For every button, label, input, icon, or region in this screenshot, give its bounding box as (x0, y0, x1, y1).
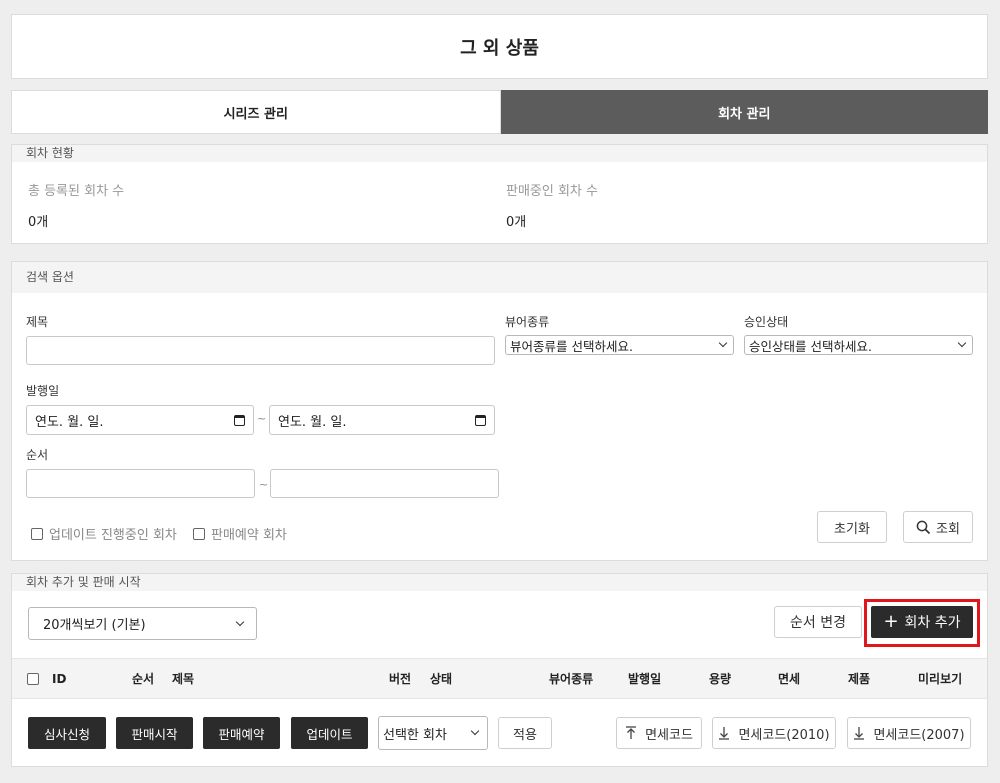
order-to-input[interactable] (270, 469, 499, 498)
tax-code-2007-label: 면세코드(2007) (873, 727, 965, 743)
total-episodes-value: 0개 (28, 215, 49, 230)
approval-status-select[interactable]: 승인상태를 선택하세요. (744, 335, 973, 355)
calendar-icon[interactable] (475, 414, 486, 426)
chevron-down-icon (718, 338, 728, 348)
search-button[interactable]: 조회 (903, 511, 973, 543)
apply-button[interactable]: 적용 (498, 717, 552, 749)
add-episode-label: 회차 추가 (904, 615, 961, 631)
select-all-checkbox[interactable] (27, 673, 39, 685)
update-button[interactable]: 업데이트 (291, 717, 368, 749)
checkbox[interactable] (31, 527, 43, 540)
review-request-label: 심사신청 (43, 726, 90, 742)
order-label: 순서 (26, 448, 49, 462)
page-size-selected: 20개씩보기 (기본) (43, 618, 146, 633)
col-title: 제목 (172, 672, 195, 686)
tax-code-2010-label: 면세코드(2010) (738, 727, 830, 743)
col-size: 용량 (709, 672, 732, 686)
order-range-tilde: ~ (259, 478, 269, 491)
reserved-sale-label: 판매예약 회차 (211, 528, 287, 543)
tax-code-label: 면세코드 (645, 727, 693, 743)
col-viewer-type: 뷰어종류 (549, 672, 594, 686)
approval-status-label: 승인상태 (744, 315, 789, 329)
title-field-label: 제목 (26, 315, 49, 329)
status-header: 회차 현황 (12, 145, 987, 162)
page-title-card: 그 외 상품 (11, 14, 988, 79)
reset-button-label: 초기화 (834, 521, 870, 537)
selling-episodes-value: 0개 (506, 215, 527, 230)
chevron-down-icon (235, 617, 245, 626)
plus-icon: + (883, 611, 899, 632)
episode-status-panel: 회차 현황 총 등록된 회차 수 0개 판매중인 회차 수 0개 (11, 144, 988, 244)
updating-episodes-checkbox[interactable]: 업데이트 진행중인 회차 (31, 524, 177, 543)
col-status: 상태 (430, 672, 453, 686)
publish-date-from[interactable]: 연도. 월. 일. (26, 405, 254, 435)
tax-code-2010-download-button[interactable]: 면세코드(2010) (712, 717, 836, 749)
search-options-panel: 검색 옵션 제목 뷰어종류 뷰어종류를 선택하세요. 승인상태 승인상태를 선택… (11, 261, 988, 561)
search-button-label: 조회 (936, 521, 960, 537)
publish-date-label: 발행일 (26, 384, 60, 398)
episode-list-panel: 회차 추가 및 판매 시작 20개씩보기 (기본) 순서 변경 + 회차 추가 … (11, 573, 988, 767)
date-to-placeholder: 연도. 월. 일. (278, 414, 347, 430)
episode-table-header: ID 순서 제목 버전 상태 뷰어종류 발행일 용량 면세 제품 미리보기 (12, 658, 987, 699)
apply-label: 적용 (513, 727, 537, 743)
add-episode-button[interactable]: + 회차 추가 (871, 606, 973, 638)
start-sale-label: 판매시작 (131, 726, 178, 742)
col-product: 제품 (848, 672, 871, 686)
reset-button[interactable]: 초기화 (817, 511, 887, 543)
title-input[interactable] (26, 336, 495, 365)
calendar-icon[interactable] (234, 414, 245, 426)
col-publish-date: 발행일 (628, 672, 662, 686)
tab-bar: 시리즈 관리 회차 관리 (11, 90, 988, 134)
col-order: 순서 (132, 672, 155, 686)
tax-code-upload-button[interactable]: 면세코드 (616, 717, 702, 749)
download-icon (719, 727, 730, 740)
col-id: ID (52, 672, 67, 686)
order-from-input[interactable] (26, 469, 255, 498)
start-sale-button[interactable]: 판매시작 (116, 717, 193, 749)
col-tax-free: 면세 (778, 672, 801, 686)
search-icon (916, 520, 931, 534)
publish-date-to[interactable]: 연도. 월. 일. (269, 405, 495, 435)
search-header: 검색 옵션 (12, 262, 987, 293)
episode-list-header: 회차 추가 및 판매 시작 (12, 574, 987, 591)
reserve-sale-button[interactable]: 판매예약 (203, 717, 280, 749)
update-label: 업데이트 (306, 726, 353, 742)
selling-episodes-label: 판매중인 회차 수 (506, 184, 598, 199)
tab-series-management[interactable]: 시리즈 관리 (11, 90, 501, 134)
reserve-sale-label: 판매예약 (218, 726, 265, 742)
chevron-down-icon (470, 726, 480, 736)
tab-episode-management[interactable]: 회차 관리 (500, 90, 988, 134)
total-episodes-label: 총 등록된 회차 수 (28, 184, 125, 199)
col-preview: 미리보기 (918, 672, 963, 686)
viewer-type-select[interactable]: 뷰어종류를 선택하세요. (505, 335, 734, 355)
updating-episodes-label: 업데이트 진행중인 회차 (49, 528, 177, 543)
approval-status-selected: 승인상태를 선택하세요. (749, 338, 872, 354)
page-size-select[interactable]: 20개씩보기 (기본) (28, 607, 257, 640)
checkbox[interactable] (193, 527, 205, 540)
date-range-tilde: ~ (257, 412, 267, 425)
download-icon (854, 727, 865, 740)
tax-code-2007-download-button[interactable]: 면세코드(2007) (847, 717, 971, 749)
reorder-button[interactable]: 순서 변경 (774, 606, 862, 638)
chevron-down-icon (957, 338, 967, 348)
reserved-sale-checkbox[interactable]: 판매예약 회차 (193, 524, 287, 543)
reorder-button-label: 순서 변경 (790, 615, 846, 631)
viewer-type-label: 뷰어종류 (505, 315, 550, 329)
bulk-target-selected: 선택한 회차 (383, 727, 447, 743)
upload-icon (626, 726, 637, 739)
date-from-placeholder: 연도. 월. 일. (35, 414, 104, 430)
viewer-type-selected: 뷰어종류를 선택하세요. (510, 338, 633, 354)
page-title: 그 외 상품 (460, 37, 539, 59)
bulk-target-select[interactable]: 선택한 회차 (378, 716, 488, 750)
col-version: 버전 (389, 672, 412, 686)
review-request-button[interactable]: 심사신청 (28, 717, 106, 749)
